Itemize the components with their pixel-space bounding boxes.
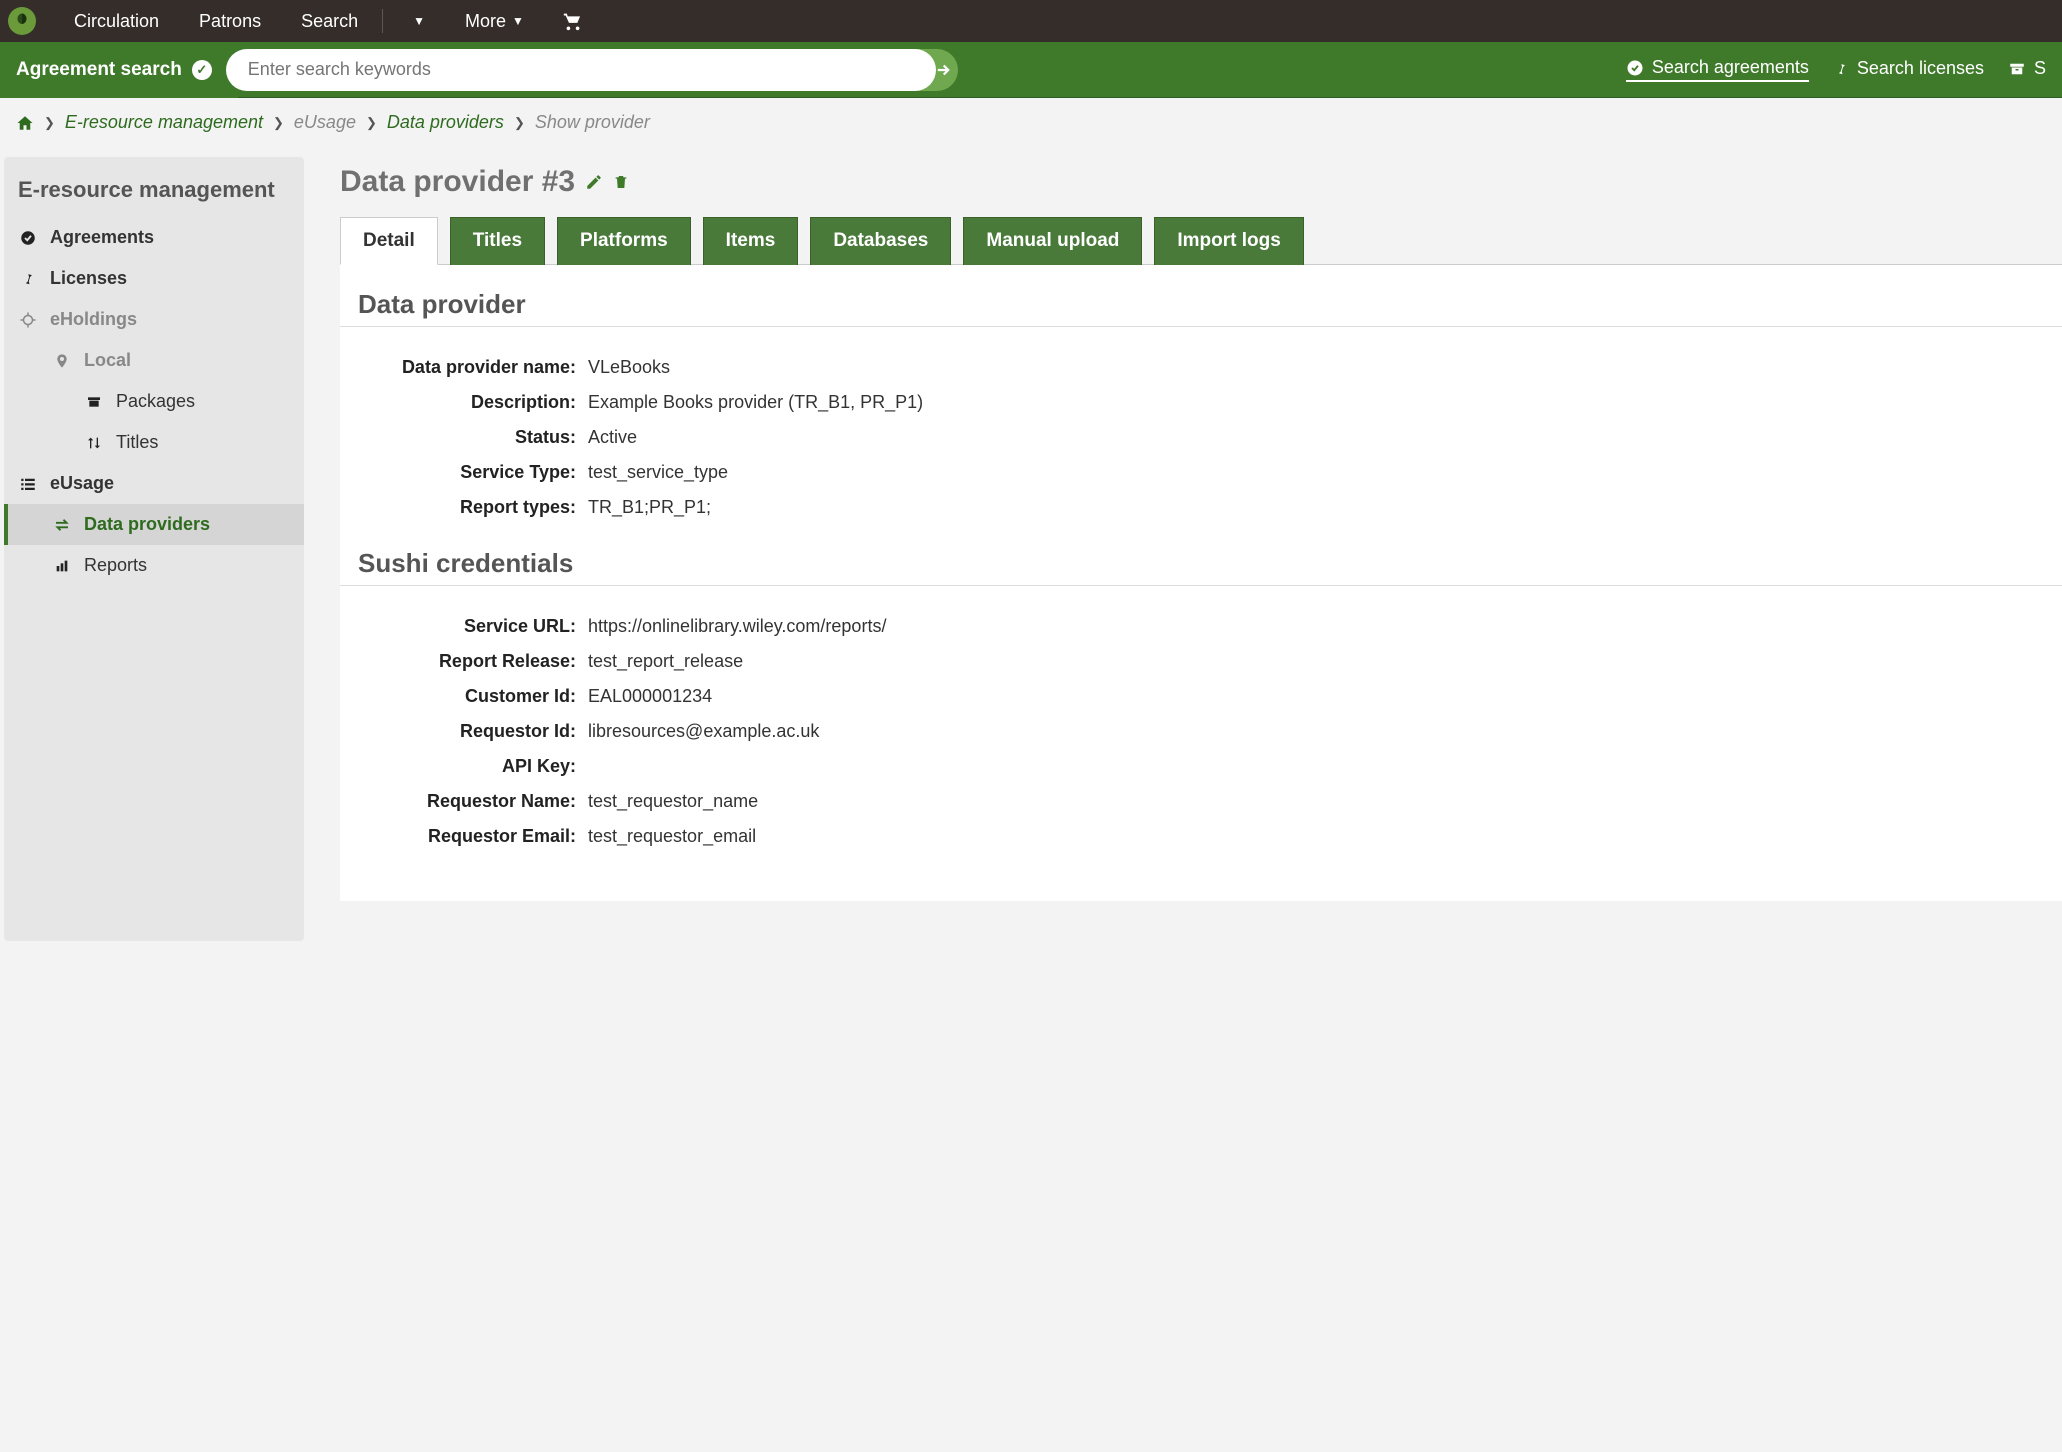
sidebar: E-resource management Agreements License… bbox=[4, 157, 304, 941]
sidebar-item-reports[interactable]: Reports bbox=[4, 545, 304, 586]
search-bar: Agreement search ✓ Search agreements Sea… bbox=[0, 42, 2062, 98]
page-title: Data provider #3 bbox=[340, 165, 2062, 199]
value-status: Active bbox=[588, 427, 2044, 448]
crumb-show: Show provider bbox=[535, 112, 650, 133]
search-licenses-link[interactable]: Search licenses bbox=[1833, 58, 1984, 81]
tab-import-logs[interactable]: Import logs bbox=[1154, 217, 1303, 265]
label-api-key: API Key: bbox=[358, 756, 588, 777]
top-nav: Circulation Patrons Search ▼ More ▼ bbox=[0, 0, 2062, 42]
value-requestor-name: test_requestor_name bbox=[588, 791, 2044, 812]
check-icon bbox=[1626, 59, 1644, 77]
sidebar-item-dataproviders[interactable]: Data providers bbox=[4, 504, 304, 545]
home-icon[interactable] bbox=[16, 114, 34, 132]
exchange-icon bbox=[52, 516, 72, 534]
crumb-dataproviders[interactable]: Data providers bbox=[387, 112, 504, 133]
sidebar-item-titles[interactable]: Titles bbox=[4, 422, 304, 463]
label-status: Status: bbox=[358, 427, 588, 448]
tab-titles[interactable]: Titles bbox=[450, 217, 545, 265]
breadcrumb: ❯ E-resource management ❯ eUsage ❯ Data … bbox=[0, 98, 2062, 147]
nav-more[interactable]: More ▼ bbox=[445, 0, 544, 42]
sidebar-item-packages[interactable]: Packages bbox=[4, 381, 304, 422]
logo-icon[interactable] bbox=[8, 7, 36, 35]
nav-search[interactable]: Search bbox=[281, 0, 378, 42]
tab-items[interactable]: Items bbox=[703, 217, 799, 265]
search-mode-label: Agreement search bbox=[16, 59, 182, 81]
sidebar-item-agreements[interactable]: Agreements bbox=[4, 217, 304, 258]
section-sushi: Sushi credentials bbox=[340, 542, 2062, 586]
sidebar-item-local[interactable]: Local bbox=[4, 340, 304, 381]
detail-pane: Data provider Data provider name: VLeBoo… bbox=[340, 264, 2062, 901]
archive-link[interactable]: S bbox=[2008, 58, 2046, 81]
value-customer-id: EAL000001234 bbox=[588, 686, 2044, 707]
value-service-type: test_service_type bbox=[588, 462, 2044, 483]
edit-icon[interactable] bbox=[585, 173, 603, 191]
sort-icon bbox=[84, 435, 104, 451]
nav-circulation[interactable]: Circulation bbox=[54, 0, 179, 42]
tab-databases[interactable]: Databases bbox=[810, 217, 951, 265]
value-report-release: test_report_release bbox=[588, 651, 2044, 672]
label-customer-id: Customer Id: bbox=[358, 686, 588, 707]
value-name: VLeBooks bbox=[588, 357, 2044, 378]
cart-icon[interactable] bbox=[562, 10, 584, 32]
value-requestor-email: test_requestor_email bbox=[588, 826, 2044, 847]
label-requestor-email: Requestor Email: bbox=[358, 826, 588, 847]
value-description: Example Books provider (TR_B1, PR_P1) bbox=[588, 392, 2044, 413]
list-icon bbox=[18, 475, 38, 493]
value-api-key bbox=[588, 756, 2044, 777]
nav-separator bbox=[382, 9, 383, 33]
crumb-eusage: eUsage bbox=[294, 112, 356, 133]
archive-icon bbox=[84, 394, 104, 410]
value-requestor-id: libresources@example.ac.uk bbox=[588, 721, 2044, 742]
target-icon bbox=[18, 311, 38, 329]
label-requestor-name: Requestor Name: bbox=[358, 791, 588, 812]
crumb-erm[interactable]: E-resource management bbox=[65, 112, 263, 133]
tabs: Detail Titles Platforms Items Databases … bbox=[340, 217, 2062, 265]
tab-manual-upload[interactable]: Manual upload bbox=[963, 217, 1142, 265]
sidebar-title: E-resource management bbox=[4, 173, 304, 217]
value-service-url: https://onlinelibrary.wiley.com/reports/ bbox=[588, 616, 2044, 637]
label-report-types: Report types: bbox=[358, 497, 588, 518]
check-circle-icon: ✓ bbox=[192, 60, 212, 80]
check-circle-icon bbox=[18, 229, 38, 247]
pin-icon bbox=[18, 271, 38, 287]
search-agreements-link[interactable]: Search agreements bbox=[1626, 57, 1809, 82]
label-report-release: Report Release: bbox=[358, 651, 588, 672]
label-service-url: Service URL: bbox=[358, 616, 588, 637]
sidebar-item-eholdings[interactable]: eHoldings bbox=[4, 299, 304, 340]
nav-dropdown[interactable]: ▼ bbox=[387, 0, 445, 42]
tab-platforms[interactable]: Platforms bbox=[557, 217, 691, 265]
label-name: Data provider name: bbox=[358, 357, 588, 378]
label-description: Description: bbox=[358, 392, 588, 413]
label-service-type: Service Type: bbox=[358, 462, 588, 483]
search-mode-pill[interactable]: Agreement search ✓ bbox=[0, 42, 238, 98]
nav-patrons[interactable]: Patrons bbox=[179, 0, 281, 42]
main-content: Data provider #3 Detail Titles Platforms… bbox=[304, 147, 2062, 941]
delete-icon[interactable] bbox=[613, 173, 629, 191]
tab-detail[interactable]: Detail bbox=[340, 217, 438, 265]
chart-icon bbox=[52, 558, 72, 574]
sidebar-item-eusage[interactable]: eUsage bbox=[4, 463, 304, 504]
value-report-types: TR_B1;PR_P1; bbox=[588, 497, 2044, 518]
section-data-provider: Data provider bbox=[340, 283, 2062, 327]
archive-icon bbox=[2008, 60, 2026, 78]
pin-icon bbox=[1833, 61, 1849, 77]
label-requestor-id: Requestor Id: bbox=[358, 721, 588, 742]
sidebar-item-licenses[interactable]: Licenses bbox=[4, 258, 304, 299]
search-input[interactable] bbox=[226, 49, 936, 91]
location-icon bbox=[52, 353, 72, 369]
